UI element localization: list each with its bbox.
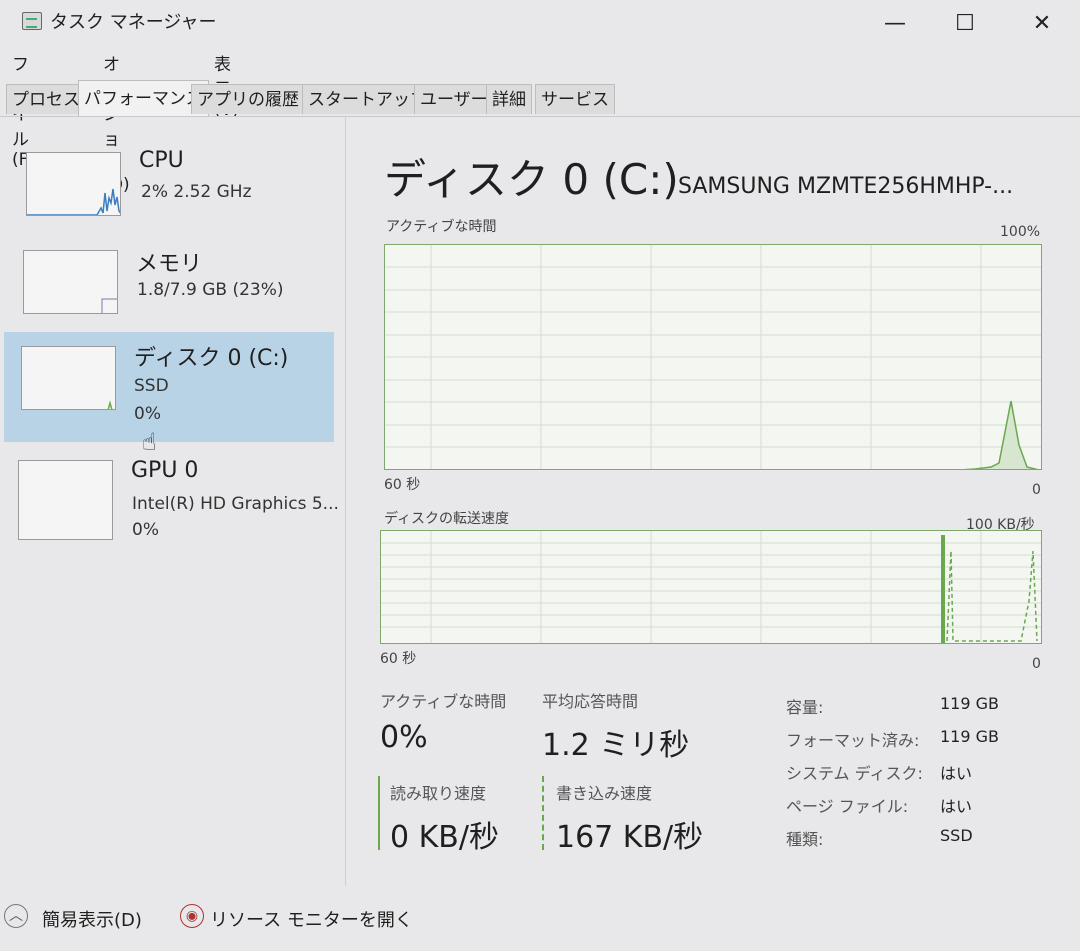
formatted-value: 119 GB	[940, 727, 999, 746]
memory-thumbnail-graph	[23, 250, 118, 314]
sidebar-item-cpu[interactable]: CPU 2% 2.52 GHz	[4, 140, 334, 250]
tab-performance[interactable]: パフォーマンス	[78, 80, 209, 116]
disk-mini-chart	[107, 400, 113, 409]
system-disk-value: はい	[940, 764, 973, 783]
hand-cursor-icon: ☝	[142, 428, 157, 456]
fewer-details-link[interactable]: 簡易表示(D)	[42, 906, 142, 932]
minimize-button[interactable]: —	[865, 4, 925, 44]
sidebar-disk-type: SSD	[134, 376, 169, 396]
page-file-value: はい	[940, 797, 973, 816]
performance-sidebar: CPU 2% 2.52 GHz メモリ 1.8/7.9 GB (23%) ディス…	[0, 116, 346, 886]
chevron-up-icon[interactable]: ︿	[4, 904, 28, 928]
transfer-rate-graph-min: 0	[1032, 656, 1041, 672]
tab-users[interactable]: ユーザー	[414, 84, 494, 114]
gpu-thumbnail-graph	[18, 460, 113, 540]
sidebar-gpu-name: Intel(R) HD Graphics 5...	[132, 494, 339, 514]
sidebar-disk-title: ディスク 0 (C:)	[134, 346, 289, 371]
formatted-label: フォーマット済み:	[786, 731, 920, 750]
active-time-chart	[385, 245, 1041, 469]
system-disk-label: システム ディスク:	[786, 764, 923, 783]
tab-processes[interactable]: プロセス	[6, 84, 86, 114]
active-time-graph	[384, 244, 1042, 470]
transfer-rate-chart	[381, 531, 1041, 643]
sidebar-memory-title: メモリ	[136, 252, 203, 277]
sidebar-disk-usage: 0%	[134, 404, 161, 424]
disk-type-label: 種類:	[786, 830, 824, 849]
disk-thumbnail-graph	[21, 346, 116, 410]
page-file-label: ページ ファイル:	[786, 797, 909, 816]
read-speed-value: 0 KB/秒	[390, 820, 499, 855]
sidebar-item-disk[interactable]: ディスク 0 (C:) SSD 0%	[4, 332, 334, 442]
transfer-rate-graph-label: ディスクの転送速度	[384, 511, 510, 527]
sidebar-cpu-usage: 2% 2.52 GHz	[141, 182, 252, 202]
window-title: タスク マネージャー	[50, 12, 217, 33]
tab-services[interactable]: サービス	[535, 84, 615, 114]
title-bar: タスク マネージャー — ☐ ✕	[0, 0, 1080, 46]
maximize-button[interactable]: ☐	[935, 4, 995, 44]
cpu-mini-chart	[27, 188, 120, 215]
sidebar-gpu-usage: 0%	[132, 520, 159, 540]
tab-app-history[interactable]: アプリの履歴	[191, 84, 305, 114]
active-time-graph-max: 100%	[1000, 224, 1041, 240]
page-title: ディスク 0 (C:)	[384, 155, 679, 204]
transfer-rate-graph	[380, 530, 1042, 644]
active-time-stat-value: 0%	[380, 720, 428, 755]
write-speed-indicator	[542, 776, 544, 850]
task-manager-icon	[22, 12, 42, 30]
sidebar-cpu-title: CPU	[139, 148, 184, 173]
tab-details[interactable]: 詳細	[486, 84, 532, 114]
sidebar-gpu-title: GPU 0	[131, 458, 199, 483]
active-time-stat-label: アクティブな時間	[380, 692, 507, 711]
active-time-graph-label: アクティブな時間	[386, 219, 497, 235]
capacity-value: 119 GB	[940, 694, 999, 713]
disk-type-value: SSD	[940, 826, 973, 845]
response-time-stat-label: 平均応答時間	[542, 692, 639, 711]
read-speed-label: 読み取り速度	[390, 784, 487, 803]
disk-detail-panel: ディスク 0 (C:) SAMSUNG MZMTE256HMHP-... アクテ…	[360, 116, 1070, 886]
memory-mini-chart	[101, 298, 117, 313]
write-speed-value: 167 KB/秒	[556, 820, 704, 855]
sidebar-memory-usage: 1.8/7.9 GB (23%)	[137, 280, 284, 300]
write-speed-label: 書き込み速度	[556, 784, 653, 803]
resource-monitor-icon[interactable]: ◉	[180, 904, 204, 928]
disk-model: SAMSUNG MZMTE256HMHP-...	[678, 174, 1014, 199]
capacity-label: 容量:	[786, 698, 824, 717]
response-time-stat-value: 1.2 ミリ秒	[542, 728, 690, 763]
active-time-graph-duration: 60 秒	[384, 477, 421, 493]
footer-bar: ︿ 簡易表示(D) ◉ リソース モニターを開く	[0, 896, 1080, 946]
tab-bar: プロセス パフォーマンス アプリの履歴 スタートアップ ユーザー 詳細 サービス	[0, 80, 1080, 117]
cpu-thumbnail-graph	[26, 152, 121, 216]
active-time-graph-min: 0	[1032, 482, 1041, 498]
open-resource-monitor-link[interactable]: リソース モニターを開く	[210, 906, 413, 932]
close-button[interactable]: ✕	[1012, 4, 1072, 44]
sidebar-item-gpu[interactable]: GPU 0 Intel(R) HD Graphics 5... 0%	[4, 446, 339, 556]
read-speed-indicator	[378, 776, 380, 850]
transfer-rate-graph-duration: 60 秒	[380, 651, 417, 667]
